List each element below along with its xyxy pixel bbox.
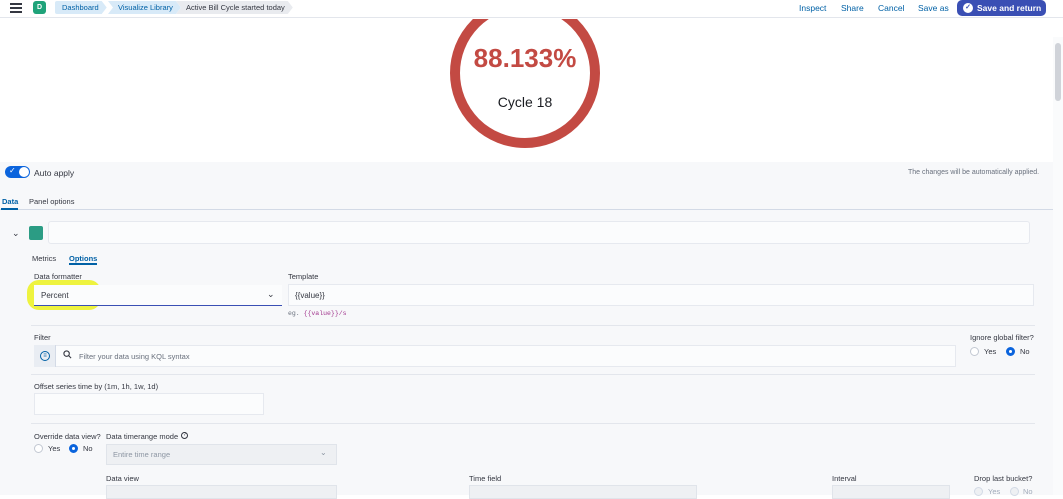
filter-options-icon: ≡ — [40, 351, 50, 361]
offset-series-input[interactable] — [34, 393, 264, 415]
info-icon[interactable]: ? — [181, 432, 188, 439]
divider — [31, 423, 1035, 424]
scrollbar-thumb[interactable] — [1055, 43, 1061, 101]
divider — [31, 325, 1035, 326]
filter-label: Filter — [34, 333, 51, 342]
auto-apply-note: The changes will be automatically applie… — [908, 169, 1040, 176]
tab-options[interactable]: Options — [69, 254, 97, 263]
template-hint-code: {{value}}/s — [303, 310, 347, 317]
time-field-select[interactable] — [469, 485, 697, 499]
auto-apply-label: Auto apply — [34, 168, 75, 178]
override-yes-label: Yes — [48, 444, 61, 453]
interval-input[interactable] — [832, 485, 950, 499]
template-label: Template — [288, 272, 319, 281]
share-link[interactable]: Share — [841, 3, 864, 13]
check-icon: ✓ — [963, 3, 973, 13]
series-label-input[interactable] — [48, 221, 1030, 244]
series-color-swatch[interactable] — [29, 226, 43, 240]
editor-tabs: Data Panel options — [0, 192, 1053, 210]
scrollbar-track[interactable] — [1053, 37, 1063, 495]
tab-panel-options[interactable]: Panel options — [29, 197, 74, 206]
interval-label: Interval — [832, 474, 857, 483]
ignore-global-yes-label: Yes — [984, 347, 997, 356]
drop-last-bucket-label: Drop last bucket? — [974, 474, 1033, 483]
breadcrumb-visualize-library[interactable]: Visualize Library — [108, 1, 181, 14]
save-and-return-button[interactable]: ✓ Save and return — [957, 0, 1046, 16]
template-hint-prefix: eg. — [288, 310, 300, 317]
template-input[interactable] — [288, 284, 1034, 306]
chevron-down-icon: ⌄ — [320, 448, 327, 457]
auto-apply-toggle[interactable]: ✓ — [5, 166, 30, 178]
save-as-link[interactable]: Save as — [918, 3, 949, 13]
override-no-radio[interactable] — [69, 444, 78, 453]
inspect-link[interactable]: Inspect — [799, 3, 826, 13]
timerange-mode-label: Data timerange mode — [106, 432, 179, 441]
chevron-down-icon[interactable]: ⌄ — [12, 228, 20, 239]
tab-data[interactable]: Data — [2, 197, 18, 206]
active-tab-indicator — [1, 208, 18, 210]
visualization-panel — [0, 19, 1063, 162]
space-avatar[interactable]: D — [33, 1, 46, 14]
breadcrumb-current: Active Bill Cycle started today — [176, 1, 293, 14]
top-nav-bar: D Dashboard Visualize Library Active Bil… — [0, 0, 1063, 18]
override-data-view-label: Override data view? — [34, 432, 101, 441]
filter-placeholder: Filter your data using KQL syntax — [79, 352, 190, 361]
gauge-label: Cycle 18 — [497, 94, 553, 110]
search-icon — [63, 350, 72, 359]
ignore-global-filter-label: Ignore global filter? — [970, 333, 1034, 342]
timerange-mode-value: Entire time range — [113, 450, 171, 459]
menu-icon[interactable] — [10, 3, 22, 13]
tab-metrics[interactable]: Metrics — [32, 254, 56, 263]
override-no-label: No — [83, 444, 93, 453]
breadcrumb-dashboard[interactable]: Dashboard — [55, 1, 107, 14]
gauge-value: 88.133% — [473, 43, 577, 73]
gauge-ring — [450, 19, 600, 148]
template-hint: eg. {{value}}/s — [288, 310, 347, 317]
chevron-down-icon: ⌄ — [267, 289, 275, 299]
save-and-return-label: Save and return — [977, 3, 1042, 13]
divider — [31, 374, 1035, 375]
time-field-label: Time field — [469, 474, 502, 483]
ignore-global-no-radio[interactable] — [1006, 347, 1015, 356]
check-icon: ✓ — [9, 166, 16, 175]
active-subtab-indicator — [69, 263, 97, 265]
data-view-label: Data view — [106, 474, 139, 483]
data-view-select[interactable] — [106, 485, 337, 499]
offset-series-label: Offset series time by (1m, 1h, 1w, 1d) — [34, 382, 159, 391]
ignore-global-no-label: No — [1020, 347, 1030, 356]
cancel-link[interactable]: Cancel — [878, 3, 904, 13]
data-formatter-select[interactable] — [34, 285, 282, 306]
ignore-global-yes-radio[interactable] — [970, 347, 979, 356]
template-value: {{value}} — [295, 291, 325, 300]
data-formatter-value: Percent — [41, 291, 69, 300]
gauge-arc — [450, 19, 600, 148]
override-yes-radio[interactable] — [34, 444, 43, 453]
